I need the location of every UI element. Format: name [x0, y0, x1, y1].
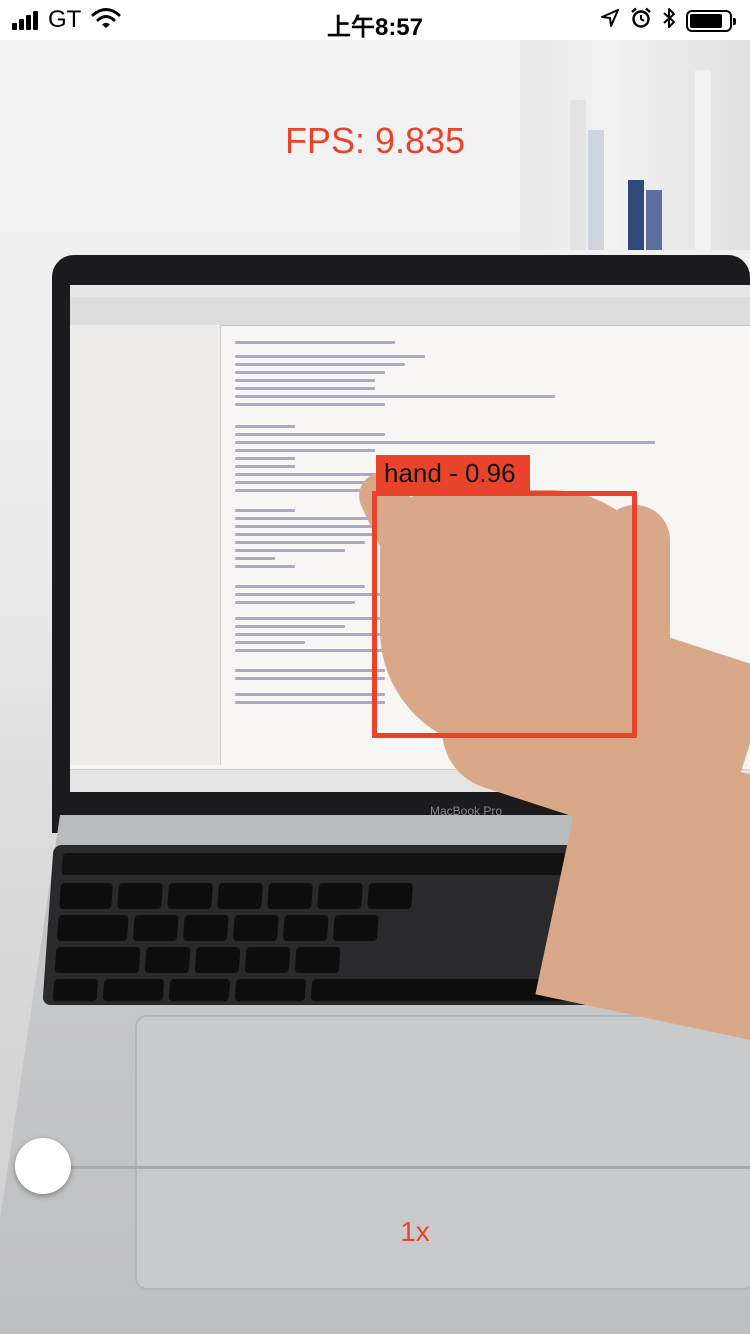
battery-icon: [686, 9, 736, 32]
status-bar: GT 上午8:57: [0, 0, 750, 41]
zoom-slider-track[interactable]: [42, 1166, 750, 1169]
zoom-slider-thumb[interactable]: [15, 1138, 71, 1194]
laptop-trackpad: [135, 1015, 750, 1290]
detection-bounding-box: [372, 491, 637, 738]
fps-counter: FPS: 9.835: [284, 120, 466, 161]
location-arrow-icon: [600, 8, 620, 33]
zoom-level-label: 1x: [400, 1216, 430, 1247]
bluetooth-icon: [662, 6, 676, 35]
alarm-clock-icon: [630, 7, 652, 34]
detection-label: hand - 0.96: [376, 455, 530, 491]
